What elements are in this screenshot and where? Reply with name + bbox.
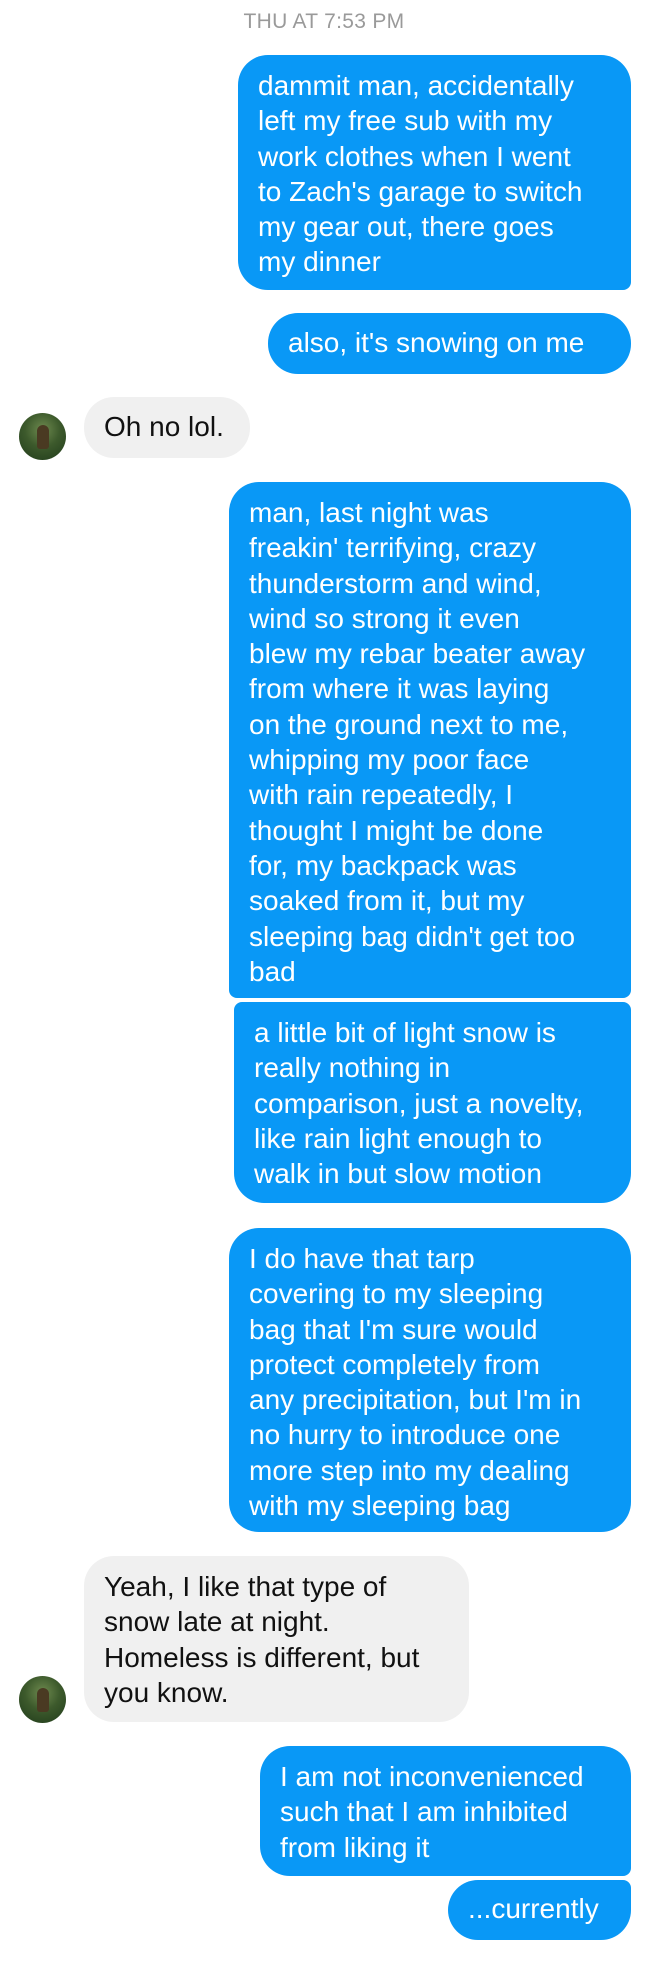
incoming-message[interactable]: Yeah, I like that type of snow late at n…: [84, 1556, 469, 1722]
outgoing-message[interactable]: ...currently: [448, 1880, 631, 1940]
outgoing-message[interactable]: dammit man, accidentally left my free su…: [238, 55, 631, 290]
thread-timestamp: THU AT 7:53 PM: [243, 10, 405, 33]
outgoing-message[interactable]: I do have that tarp covering to my sleep…: [229, 1228, 631, 1532]
outgoing-message[interactable]: man, last night was freakin' terrifying,…: [229, 482, 631, 998]
outgoing-message[interactable]: also, it's snowing on me: [268, 313, 631, 374]
contact-avatar[interactable]: [19, 413, 66, 460]
contact-avatar[interactable]: [19, 1676, 66, 1723]
avatar-photo-icon: [37, 425, 49, 449]
incoming-message[interactable]: Oh no lol.: [84, 397, 250, 458]
outgoing-message[interactable]: I am not inconvenienced such that I am i…: [260, 1746, 631, 1876]
outgoing-message[interactable]: a little bit of light snow is really not…: [234, 1002, 631, 1203]
avatar-photo-icon: [37, 1688, 49, 1712]
